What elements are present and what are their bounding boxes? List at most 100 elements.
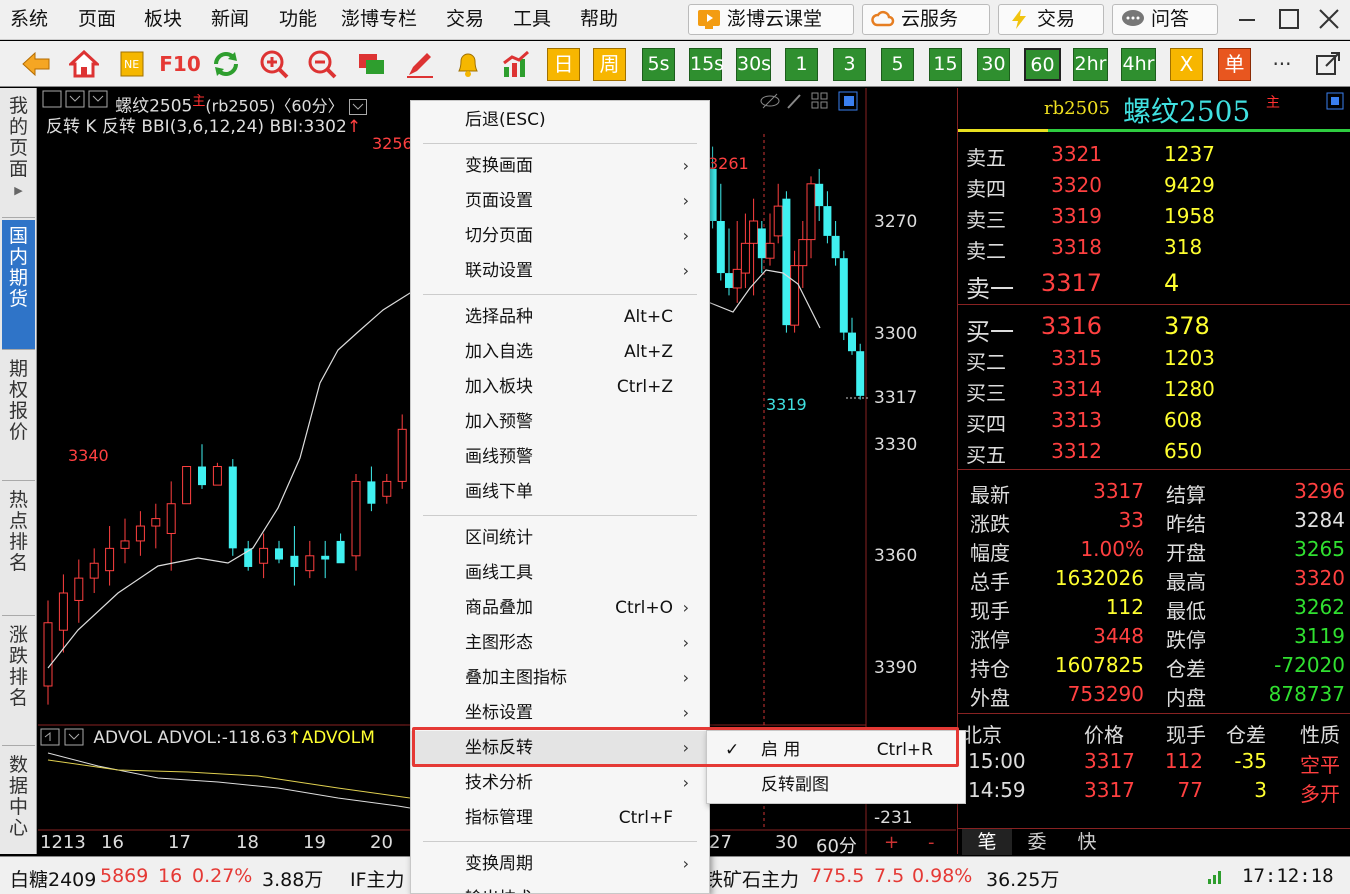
period-5s-button[interactable]: 5s [642,48,675,81]
context-menu-item[interactable]: 画线预警 [411,440,709,474]
sidetab-change-rank[interactable]: 涨跌排名 [2,619,35,746]
menu-page[interactable]: 页面 [78,0,116,40]
context-menu-item[interactable]: 加入预警 [411,405,709,439]
quote-settings-icon[interactable] [1326,92,1344,110]
trend-chart-icon[interactable] [500,48,532,80]
ticker-1-name[interactable]: 白糖2409 [10,865,96,892]
menu-tools[interactable]: 工具 [513,0,551,40]
context-menu-item[interactable]: 联动设置 › [411,254,709,288]
news-icon[interactable]: NE [116,48,148,80]
period-30s-button[interactable]: 30s [736,48,771,81]
context-menu-item[interactable]: 页面设置 › [411,184,709,218]
period-30-button[interactable]: 30 [977,48,1010,81]
context-menu-item[interactable]: 加入自选 Alt+Z [411,335,709,369]
sidetab-hot-rank[interactable]: 热点排名 [2,484,35,616]
home-icon[interactable] [68,48,100,80]
sidetab-my-page[interactable]: 我的页面 ▶ [2,90,35,218]
menu-function[interactable]: 功能 [279,0,317,40]
day-period-button[interactable]: 日 [547,48,580,81]
popout-icon[interactable] [1312,48,1344,80]
ticker-3-name[interactable]: 铁矿石主力 [704,865,799,892]
pencil-icon[interactable] [404,48,436,80]
zoom-in-icon[interactable] [258,48,290,80]
context-menu-item[interactable]: 输出技术 › [411,882,709,893]
context-menu-item[interactable]: 区间统计 [411,521,709,555]
zoom-plus-button[interactable]: + [884,832,899,853]
context-menu-item[interactable]: 商品叠加 Ctrl+O › [411,591,709,625]
period-1-button[interactable]: 1 [785,48,818,81]
bid-row[interactable]: 买二 3315 1203 [958,344,1350,375]
context-menu-item[interactable]: 指标管理 Ctrl+F [411,801,709,835]
context-menu-item[interactable]: 技术分析 › [411,766,709,800]
sidetab-domestic-futures[interactable]: 国内期货 [2,220,35,350]
period-5-button[interactable]: 5 [881,48,914,81]
eye-icon[interactable] [760,93,780,109]
menu-trade[interactable]: 交易 [446,0,484,40]
period-15s-button[interactable]: 15s [689,48,724,81]
context-menu-item[interactable]: 坐标反转 › [411,731,709,765]
bid-row[interactable]: 买五 3312 650 [958,437,1350,468]
tab-fast[interactable]: 快 [1062,829,1112,855]
bid-row[interactable]: 买一 3316 378 [958,310,1350,346]
context-menu-item[interactable]: 画线工具 [411,556,709,590]
zoom-minus-button[interactable]: - [928,832,935,853]
week-period-button[interactable]: 周 [593,48,626,81]
ask-row[interactable]: 卖二 3318 318 [958,233,1350,264]
submenu-item[interactable]: ✓ 启 用 Ctrl+R [707,733,965,767]
cloud-class-button[interactable]: 澎博云课堂 [688,4,854,35]
f10-button[interactable]: F10 [159,48,201,80]
period-2hr-button[interactable]: 2hr [1073,48,1108,81]
context-menu-item[interactable]: 切分页面 › [411,219,709,253]
context-menu-item[interactable]: 主图形态 › [411,626,709,660]
ask-row[interactable]: 卖五 3321 1237 [958,140,1350,171]
square-icon[interactable] [838,91,858,111]
context-menu-item[interactable]: 加入板块 Ctrl+Z [411,370,709,404]
grid-icon[interactable] [811,92,828,109]
context-menu-item[interactable]: 叠加主图指标 › [411,661,709,695]
menu-help[interactable]: 帮助 [580,0,618,40]
menu-system[interactable]: 系统 [10,0,48,40]
period-15-button[interactable]: 15 [929,48,962,81]
pen-icon[interactable] [787,94,801,109]
sub-window-buttons-icon[interactable] [40,728,86,746]
candle-body [135,525,145,542]
trade-button[interactable]: 交易 [998,4,1104,35]
x-button[interactable]: X [1170,48,1203,81]
sidetab-data-center[interactable]: 数据中心 [2,749,35,853]
tab-ticks[interactable]: 笔 [962,829,1012,855]
close-icon[interactable] [1316,6,1342,32]
minimize-icon[interactable] [1234,6,1260,32]
context-menu-item[interactable]: 画线下单 [411,475,709,509]
zoom-out-icon[interactable] [306,48,338,80]
ask-row[interactable]: 卖一 3317 4 [958,267,1350,303]
context-menu-item[interactable]: 坐标设置 › [411,696,709,730]
menu-column[interactable]: 澎博专栏 [341,0,417,40]
submenu-item[interactable]: 反转副图 [707,768,965,802]
bid-row[interactable]: 买四 3313 608 [958,406,1350,437]
period-60-button[interactable]: 60 [1024,48,1061,81]
order-button[interactable]: 单 [1218,48,1251,81]
context-menu-item[interactable]: 后退(ESC) [411,103,709,137]
maximize-icon[interactable] [1276,6,1302,32]
svg-text:NE: NE [124,58,139,71]
back-arrow-icon[interactable] [20,48,52,80]
more-button[interactable]: ··· [1266,48,1298,80]
context-menu-item[interactable]: 变换画面 › [411,149,709,183]
period-4hr-button[interactable]: 4hr [1121,48,1156,81]
refresh-icon[interactable] [210,48,242,80]
qa-button[interactable]: 问答 [1112,4,1218,35]
menu-news[interactable]: 新闻 [211,0,249,40]
cloud-service-button[interactable]: 云服务 [862,4,990,35]
tab-orders[interactable]: 委 [1012,829,1062,855]
sidetab-options[interactable]: 期权报价 [2,353,35,481]
ask-row[interactable]: 卖三 3319 1958 [958,202,1350,233]
bell-icon[interactable] [452,48,484,80]
period-3-button[interactable]: 3 [833,48,866,81]
context-menu-item[interactable]: 选择品种 Alt+C [411,300,709,334]
ask-row[interactable]: 卖四 3320 9429 [958,171,1350,202]
context-menu-item[interactable]: 变换周期 › [411,847,709,881]
bid-row[interactable]: 买三 3314 1280 [958,375,1350,406]
windows-icon[interactable] [356,48,388,80]
menu-sector[interactable]: 板块 [144,0,182,40]
ticker-2-name[interactable]: IF主力 [350,865,405,892]
